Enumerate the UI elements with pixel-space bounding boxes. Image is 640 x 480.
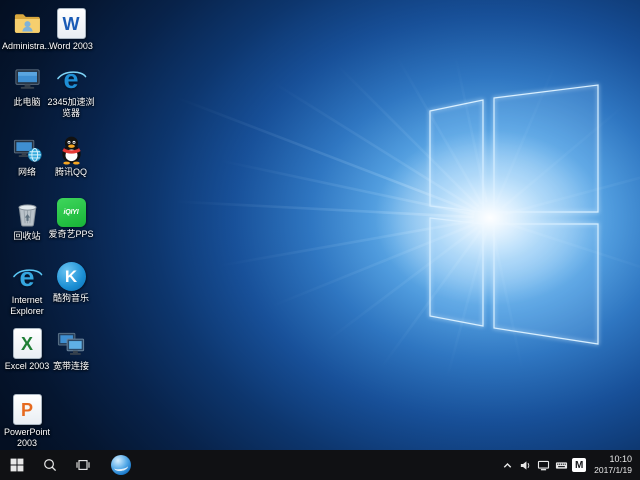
desktop-icon-iqiyi-pps[interactable]: iQIYI 爱奇艺PPS (49, 198, 93, 240)
kugou-letter: K (65, 268, 77, 285)
internet-explorer-icon: e (12, 262, 43, 293)
desktop-icon-label: 宽带连接 (43, 361, 99, 372)
taskbar-left-group (0, 450, 137, 480)
qq-penguin-icon (56, 134, 87, 165)
desktop-icon-label: 爱奇艺PPS (43, 229, 99, 240)
word-letter: W (63, 15, 80, 33)
windows-hero-wallpaper (0, 0, 640, 450)
recycle-bin-icon (12, 198, 43, 229)
network-icon (537, 459, 550, 472)
excel-letter: X (21, 335, 33, 353)
windows-desktop-screen: Administra... 此电脑 (0, 0, 640, 480)
desktop-icon-kugou-music[interactable]: K 酷狗音乐 (49, 262, 93, 304)
keyboard-icon (555, 459, 568, 472)
word-2003-icon: W (57, 8, 86, 39)
taskbar-clock[interactable]: 10:10 2017/1/19 (588, 450, 640, 480)
input-method-button[interactable]: M (570, 450, 588, 480)
desktop-icon-label: Word 2003 (43, 41, 99, 52)
touch-keyboard-button[interactable] (552, 450, 570, 480)
task-view-button[interactable] (66, 450, 99, 480)
kugou-music-icon: K (57, 262, 86, 291)
pinned-browser-button[interactable] (104, 450, 137, 480)
desktop-icon-label: 酷狗音乐 (43, 293, 99, 304)
2345-browser-icon: e (56, 64, 87, 95)
administrator-folder-icon (12, 8, 43, 39)
hidden-icons-button[interactable] (498, 450, 516, 480)
clock-date: 2017/1/19 (594, 465, 632, 476)
desktop-icon-tencent-qq[interactable]: 腾讯QQ (49, 134, 93, 178)
2345-browser-swoosh (56, 64, 87, 95)
windows-logo-icon (9, 457, 25, 473)
desktop-icon-label: 腾讯QQ (43, 167, 99, 178)
powerpoint-2003-icon: P (13, 394, 42, 425)
iqiyi-logo-text: iQIYI (64, 209, 79, 216)
desktop-icon-powerpoint-2003[interactable]: P PowerPoint 2003 (5, 394, 49, 448)
browser-icon (111, 455, 131, 475)
input-method-indicator: M (572, 458, 586, 472)
search-button[interactable] (33, 450, 66, 480)
network-icon (12, 134, 43, 165)
taskbar: M 10:10 2017/1/19 (0, 450, 640, 480)
desktop-icon-label: 2345加速浏览器 (43, 97, 99, 118)
network-button[interactable] (534, 450, 552, 480)
chevron-up-icon (501, 459, 514, 472)
desktop-icon-label: PowerPoint 2003 (0, 427, 55, 448)
clock-time: 10:10 (609, 454, 632, 465)
desktop-icon-2345-browser[interactable]: e 2345加速浏览器 (49, 64, 93, 118)
excel-2003-icon: X (13, 328, 42, 359)
desktop-icon-word-2003[interactable]: W Word 2003 (49, 8, 93, 52)
desktop-icon-broadband-connection[interactable]: 宽带连接 (49, 328, 93, 372)
iqiyi-pps-icon: iQIYI (57, 198, 86, 227)
powerpoint-letter: P (21, 401, 33, 419)
desktop-icon-internet-explorer[interactable]: e Internet Explorer (5, 262, 49, 316)
search-icon (42, 457, 58, 473)
this-pc-icon (12, 64, 43, 95)
start-button[interactable] (0, 450, 33, 480)
desktop[interactable]: Administra... 此电脑 (0, 0, 640, 450)
volume-icon (519, 459, 532, 472)
ie-swoosh (12, 262, 43, 293)
system-tray: M 10:10 2017/1/19 (498, 450, 640, 480)
volume-button[interactable] (516, 450, 534, 480)
broadband-connection-icon (56, 328, 87, 359)
task-view-icon (75, 457, 91, 473)
